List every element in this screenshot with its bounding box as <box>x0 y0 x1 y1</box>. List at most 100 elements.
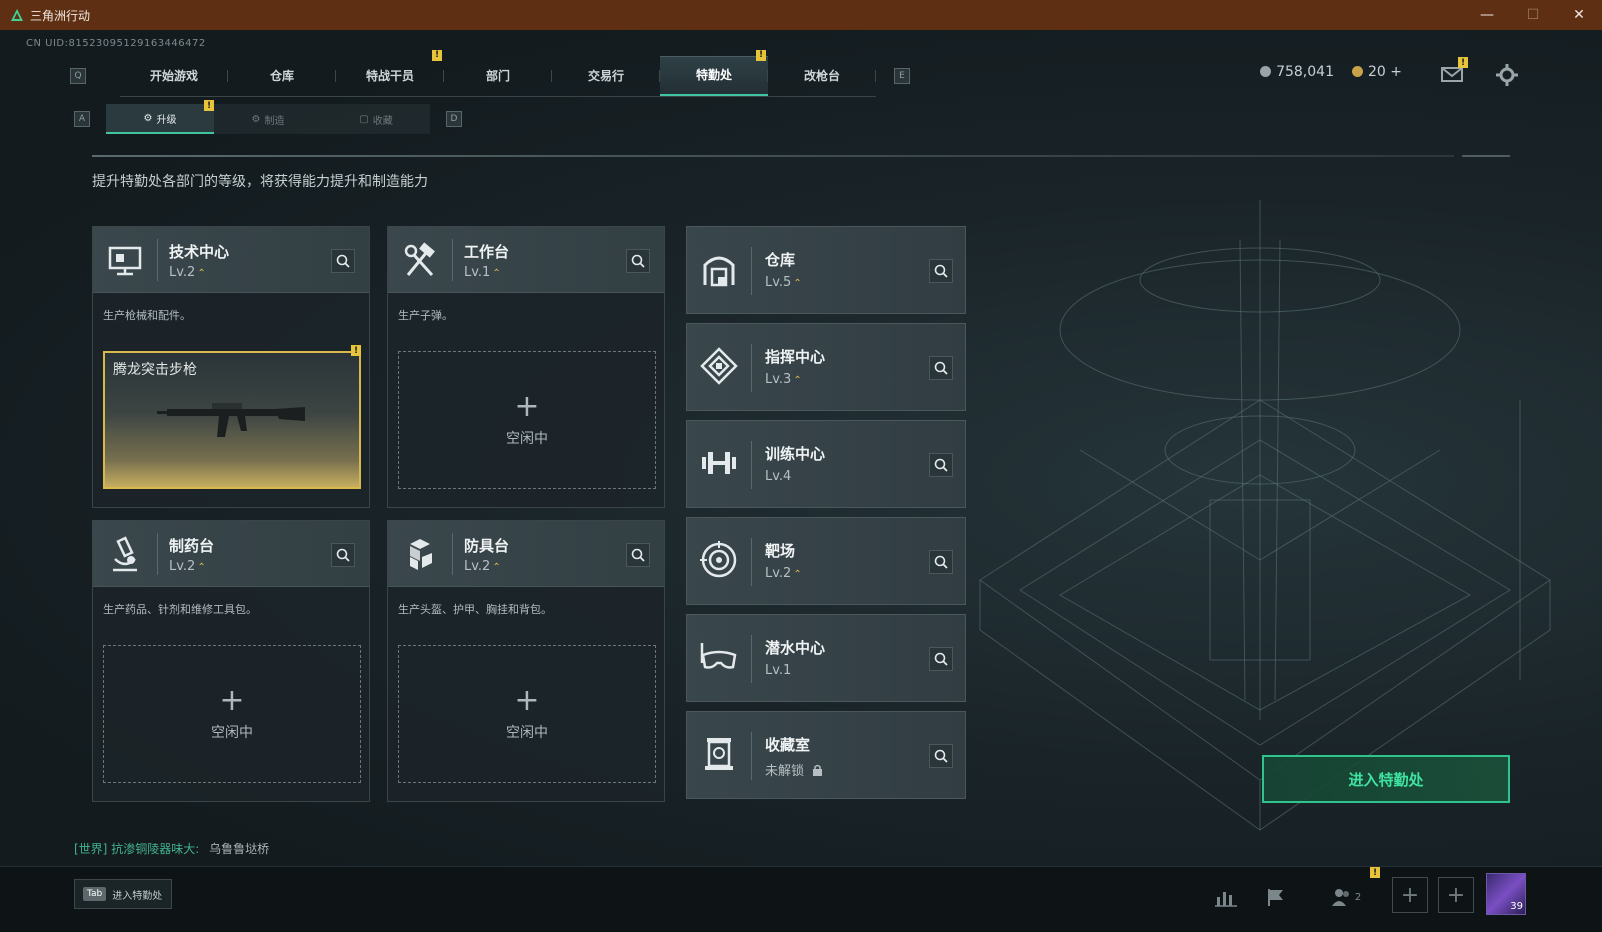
top-navigation: Q 开始游戏 仓库 特战干员 ! 部门 交易行 特勤处 ! 改枪台 E <box>70 49 910 97</box>
tab-shortcut-hint[interactable]: Tab 进入特勤处 <box>74 879 172 909</box>
world-chat-line[interactable]: [世界] 抗渗铜陵器味大: 乌鲁鲁垯桥 <box>74 840 269 857</box>
divider <box>1462 155 1510 157</box>
stats-icon[interactable] <box>1210 881 1242 913</box>
divider <box>92 155 1454 157</box>
crafting-slot-empty[interactable]: + 空闲中 <box>398 351 656 489</box>
inspect-button[interactable] <box>929 550 953 574</box>
search-icon <box>934 555 948 569</box>
inspect-button[interactable] <box>626 543 650 567</box>
tab-start-game[interactable]: 开始游戏 <box>120 56 228 96</box>
upgrade-icon: ⚙ <box>143 112 153 124</box>
search-icon <box>934 361 948 375</box>
currency-bar: 758,041 20 + <box>1260 64 1402 80</box>
dept-card-tech-center[interactable]: 技术中心 Lv.2 ⌃ 生产枪械和配件。 腾龙突击步枪 ! <box>92 226 370 508</box>
tab-operators[interactable]: 特战干员 ! <box>336 49 444 96</box>
dept-name: 仓库 <box>765 251 796 269</box>
diving-mask-icon <box>700 643 737 669</box>
avatar[interactable]: 39 <box>1486 873 1526 915</box>
gear-icon[interactable] <box>1496 64 1518 86</box>
crafting-slot-empty[interactable]: + 空闲中 <box>398 645 656 783</box>
next-subtab-key[interactable]: D <box>446 111 462 127</box>
friends-icon <box>1331 889 1349 906</box>
upgrade-arrow-icon: ⌃ <box>492 562 501 573</box>
tab-key: Tab <box>83 887 107 901</box>
assault-rifle-icon <box>157 403 305 437</box>
plus-icon: + <box>1400 882 1420 908</box>
upgrade-arrow-icon: ⌃ <box>197 268 206 279</box>
inspect-button[interactable] <box>626 249 650 273</box>
upgrade-arrow-icon: ⌃ <box>793 569 802 580</box>
add-squad-member-button[interactable]: + <box>1392 877 1428 913</box>
add-icon: + <box>514 389 540 424</box>
window-titlebar: 三角洲行动 — ☐ ✕ <box>0 0 1602 30</box>
search-icon <box>934 749 948 763</box>
search-icon <box>336 548 350 562</box>
dept-card-header: 技术中心 Lv.2 ⌃ <box>93 227 369 293</box>
flag-icon[interactable] <box>1260 881 1292 913</box>
inspect-button[interactable] <box>331 543 355 567</box>
prev-subtab-key[interactable]: A <box>74 111 90 127</box>
add-gold-button[interactable]: + <box>1390 64 1402 80</box>
dept-card-command-center[interactable]: 指挥中心 Lv.3 ⌃ <box>686 323 966 411</box>
player-uid: CN UID:81523095129163446472 <box>26 38 206 49</box>
next-tab-key[interactable]: E <box>894 68 910 84</box>
tab-trading[interactable]: 交易行 <box>552 56 660 96</box>
window-title: 三角洲行动 <box>30 8 91 23</box>
inspect-button[interactable] <box>331 249 355 273</box>
subtab-upgrade[interactable]: ⚙ 升级 ! <box>106 100 214 134</box>
dept-card-workbench[interactable]: 工作台 Lv.1 ⌃ 生产子弹。 + 空闲中 <box>387 226 665 508</box>
prev-tab-key[interactable]: Q <box>70 68 86 84</box>
add-icon: + <box>514 683 540 718</box>
minimize-button[interactable]: — <box>1464 0 1510 30</box>
inspect-button[interactable] <box>929 647 953 671</box>
app-logo-icon <box>11 9 23 21</box>
dept-card-header: 工作台 Lv.1 ⌃ <box>388 227 664 293</box>
chat-channel: [世界] <box>74 842 108 856</box>
dept-level: Lv.2 ⌃ <box>765 566 802 581</box>
search-icon <box>934 652 948 666</box>
tab-department[interactable]: 部门 <box>444 56 552 96</box>
inspect-button[interactable] <box>929 453 953 477</box>
inspect-button[interactable] <box>929 259 953 283</box>
dept-card-pharmacy[interactable]: 制药台 Lv.2 ⌃ 生产药品、针剂和维修工具包。 + 空闲中 <box>92 520 370 802</box>
close-button[interactable]: ✕ <box>1556 0 1602 30</box>
add-icon: + <box>219 683 245 718</box>
maximize-button[interactable]: ☐ <box>1510 0 1556 30</box>
mail-badge: ! <box>1458 57 1468 68</box>
gold-balance[interactable]: 20 + <box>1351 64 1402 80</box>
dept-card-header: 防具台 Lv.2 ⌃ <box>388 521 664 587</box>
dept-card-shooting-range[interactable]: 靶场 Lv.2 ⌃ <box>686 517 966 605</box>
inspect-button[interactable] <box>929 744 953 768</box>
craft-icon: ⚙ <box>251 113 261 125</box>
dept-card-collection-room[interactable]: 收藏室 未解锁 <box>686 711 966 799</box>
dept-card-diving-center[interactable]: 潜水中心 Lv.1 <box>686 614 966 702</box>
notification-badge: ! <box>204 100 214 111</box>
target-icon <box>700 541 737 578</box>
upgrade-arrow-icon: ⌃ <box>492 268 501 279</box>
tab-warehouse[interactable]: 仓库 <box>228 56 336 96</box>
dept-card-training-center[interactable]: 训练中心 Lv.4 <box>686 420 966 508</box>
hammer-wrench-icon <box>404 242 435 277</box>
enter-special-ops-button[interactable]: 进入特勤处 <box>1262 755 1510 803</box>
crafting-item-slot[interactable]: 腾龙突击步枪 ! <box>103 345 361 489</box>
tab-special-ops[interactable]: 特勤处 ! <box>660 49 768 96</box>
inspect-button[interactable] <box>929 356 953 380</box>
dept-level: 未解锁 <box>765 760 823 779</box>
microscope-icon <box>113 536 137 572</box>
subtab-craft[interactable]: ⚙ 制造 <box>214 104 322 134</box>
subtab-collection[interactable]: ▢ 收藏 <box>322 104 430 134</box>
crafting-slot-empty[interactable]: + 空闲中 <box>103 645 361 783</box>
dept-card-warehouse[interactable]: 仓库 Lv.5 ⌃ <box>686 226 966 314</box>
plus-icon: + <box>1446 882 1466 908</box>
search-icon <box>336 254 350 268</box>
dumbbell-icon <box>702 452 736 474</box>
friends-button[interactable]: 2 <box>1322 881 1370 913</box>
chat-sender[interactable]: 抗渗铜陵器味大: <box>111 842 199 856</box>
cubes-icon <box>410 539 432 570</box>
dept-name: 收藏室 <box>765 736 811 754</box>
add-squad-member-button[interactable]: + <box>1438 877 1474 913</box>
dept-card-armor-bench[interactable]: 防具台 Lv.2 ⌃ 生产头盔、护甲、胸挂和背包。 + 空闲中 <box>387 520 665 802</box>
search-icon <box>934 458 948 472</box>
tab-gunsmith[interactable]: 改枪台 <box>768 56 876 96</box>
coin-balance[interactable]: 758,041 <box>1260 64 1334 80</box>
